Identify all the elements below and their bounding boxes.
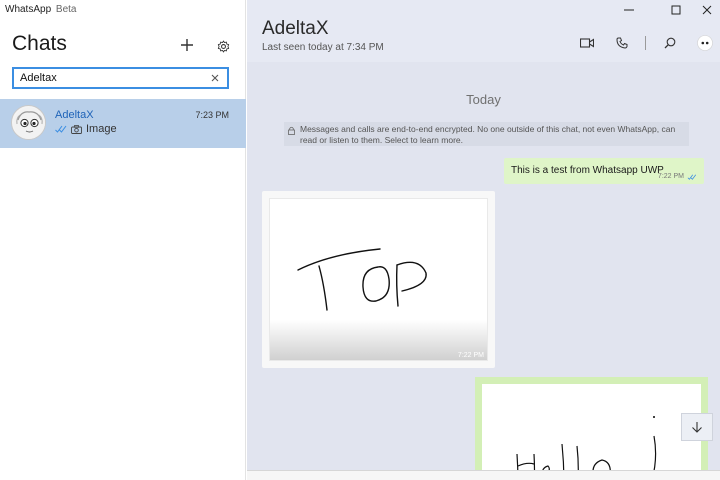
double-check-icon	[55, 125, 67, 133]
scroll-to-bottom-button[interactable]	[681, 413, 713, 441]
arrow-down-icon	[692, 422, 702, 433]
close-button[interactable]	[697, 2, 717, 18]
video-call-icon	[580, 38, 594, 48]
gear-icon	[217, 40, 229, 52]
maximize-icon	[671, 5, 681, 15]
chat-list-item[interactable]: AdeltaX 7:23 PM Image	[0, 99, 246, 148]
conversation-header: AdeltaX Last seen today at 7:34 PM	[247, 0, 720, 62]
message-time: 7:22 PM	[457, 352, 484, 359]
minimize-icon	[624, 9, 634, 11]
image-thumbnail[interactable]	[269, 198, 488, 361]
header-divider	[645, 36, 646, 50]
message-compose-bar[interactable]	[247, 470, 720, 480]
avatar	[11, 105, 46, 140]
maximize-button[interactable]	[666, 2, 686, 18]
search-input[interactable]	[20, 71, 200, 85]
handwritten-drawing-hello	[516, 416, 657, 480]
conversation-pane: AdeltaX Last seen today at 7:34 PM Today…	[247, 0, 720, 480]
app-title: WhatsApp Beta	[5, 4, 77, 15]
incoming-image-message[interactable]: 7:22 PM	[262, 191, 495, 368]
chat-list-pane: WhatsApp Beta Chats Adeltax AdeltaX 7:23…	[0, 0, 246, 480]
outgoing-message[interactable]: This is a test from Whatsapp UWP 7:22 PM	[504, 158, 704, 184]
camera-icon	[71, 124, 82, 134]
app-beta-badge: Beta	[55, 4, 77, 15]
video-call-button[interactable]	[578, 34, 596, 52]
search-icon	[664, 37, 676, 49]
plus-icon	[181, 39, 193, 51]
more-icon	[697, 35, 713, 51]
chats-heading: Chats	[12, 32, 67, 55]
chat-time: 7:23 PM	[195, 110, 229, 120]
search-field[interactable]	[12, 67, 229, 89]
last-seen-status: Last seen today at 7:34 PM	[262, 42, 384, 53]
minimize-button[interactable]	[619, 2, 639, 18]
search-messages-button[interactable]	[661, 34, 679, 52]
new-chat-button[interactable]	[176, 34, 198, 56]
close-icon	[702, 5, 712, 15]
settings-button[interactable]	[212, 35, 234, 57]
outgoing-image-message[interactable]	[475, 377, 708, 480]
lock-icon	[288, 126, 295, 135]
image-thumbnail[interactable]	[482, 384, 701, 480]
contact-name[interactable]: AdeltaX	[262, 18, 329, 40]
message-time: 7:22 PM	[657, 173, 684, 180]
message-text: This is a test from Whatsapp UWP	[511, 165, 664, 176]
contact-avatar-image	[13, 107, 45, 139]
chat-name: AdeltaX	[55, 109, 94, 121]
voice-call-button[interactable]	[613, 34, 631, 52]
chat-preview-text: Image	[86, 123, 117, 135]
chat-preview: Image	[55, 123, 117, 135]
voice-call-icon	[616, 37, 628, 49]
read-receipt-icon	[687, 174, 697, 180]
more-options-button[interactable]	[696, 34, 714, 52]
encryption-notice[interactable]: Messages and calls are end-to-end encryp…	[284, 122, 689, 146]
handwritten-drawing-top	[297, 248, 427, 311]
day-separator: Today	[466, 92, 501, 107]
app-title-text: WhatsApp	[5, 4, 52, 15]
encryption-notice-text: Messages and calls are end-to-end encryp…	[300, 124, 676, 145]
clear-search-icon[interactable]	[209, 72, 221, 84]
